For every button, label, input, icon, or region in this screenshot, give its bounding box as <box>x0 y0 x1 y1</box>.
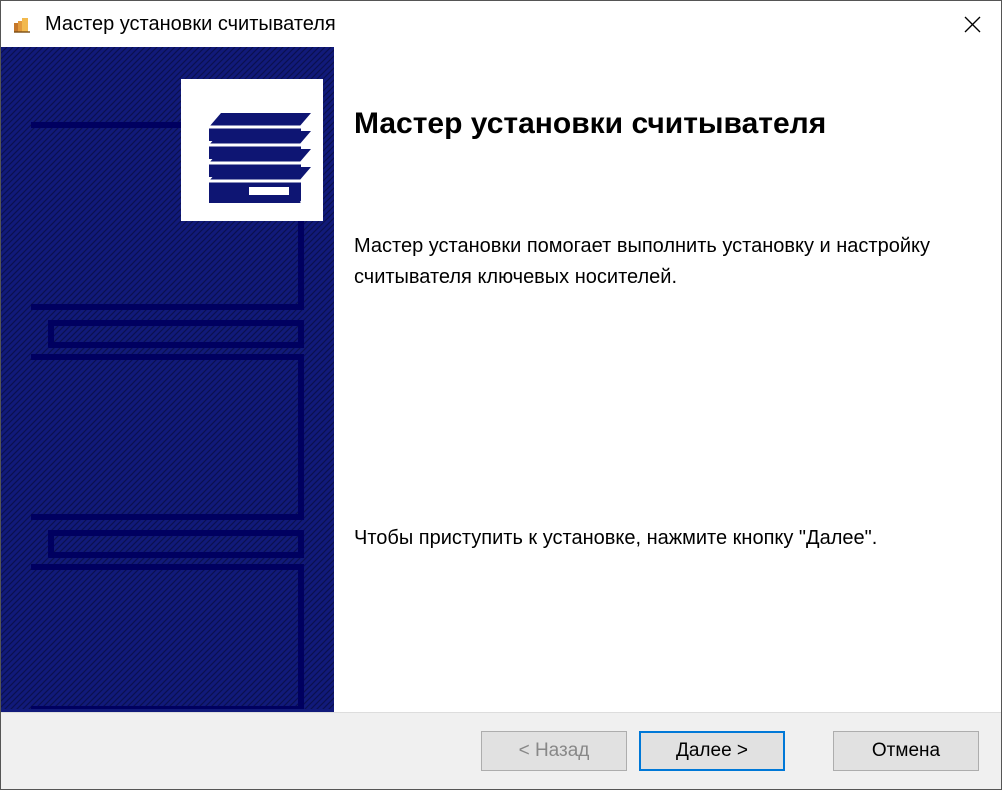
titlebar: Мастер установки считывателя <box>1 1 1001 47</box>
wizard-main: Мастер установки считывателя Мастер уста… <box>334 47 1001 712</box>
app-icon <box>11 12 35 36</box>
wizard-description: Мастер установки помогает выполнить уста… <box>354 231 961 293</box>
back-button: < Назад <box>481 731 627 771</box>
wizard-hint: Чтобы приступить к установке, нажмите кн… <box>354 523 961 554</box>
close-button[interactable] <box>949 1 995 47</box>
next-button[interactable]: Далее > <box>639 731 785 771</box>
wizard-heading: Мастер установки считывателя <box>354 107 961 141</box>
window-title: Мастер установки считывателя <box>45 13 949 36</box>
wizard-window: Мастер установки считывателя <box>0 0 1002 790</box>
wizard-footer: < Назад Далее > Отмена <box>1 712 1001 789</box>
wizard-side-graphic <box>1 47 334 712</box>
close-icon <box>964 16 981 33</box>
content-area: Мастер установки считывателя Мастер уста… <box>1 47 1001 712</box>
cancel-button[interactable]: Отмена <box>833 731 979 771</box>
